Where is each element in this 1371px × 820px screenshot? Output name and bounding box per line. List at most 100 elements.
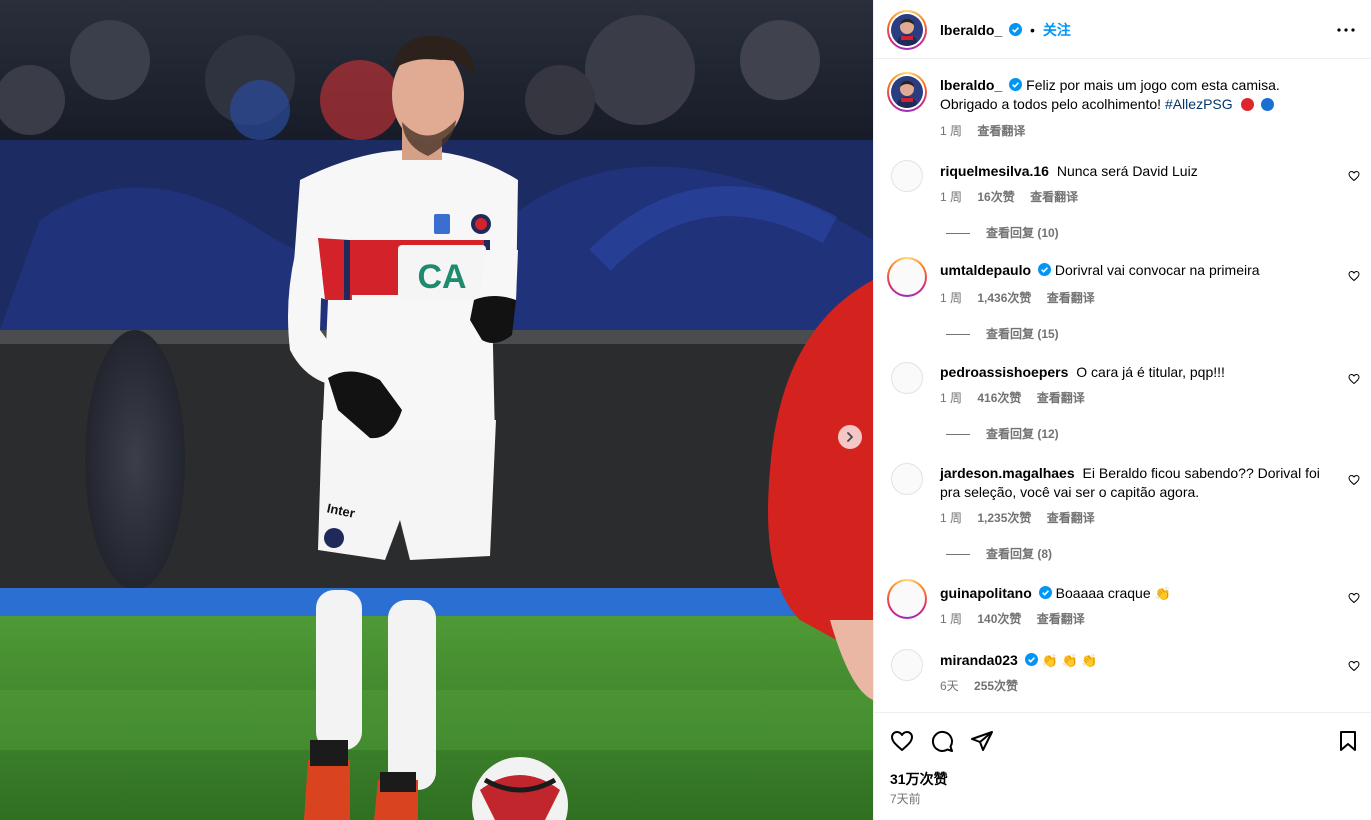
caption-username[interactable]: lberaldo_ bbox=[940, 77, 1002, 93]
comment-text: O cara já é titular, pqp!!! bbox=[1076, 364, 1225, 380]
comment-username[interactable]: umtaldepaulo bbox=[940, 262, 1031, 278]
clapping-hands-emoji: 👏 bbox=[1154, 586, 1171, 601]
caption-hashtag[interactable]: #AllezPSG bbox=[1165, 96, 1233, 112]
red-circle-emoji-icon bbox=[1240, 98, 1254, 111]
caption-avatar-image bbox=[891, 76, 923, 108]
comments-list: lberaldo_ Feliz por mais um jogo com est… bbox=[874, 60, 1371, 712]
verified-badge-icon bbox=[1009, 78, 1023, 91]
comment-text-block: guinapolitano Boaaaa craque 👏 bbox=[940, 584, 1340, 603]
comment-avatar[interactable] bbox=[891, 463, 923, 495]
replies-divider bbox=[946, 233, 970, 235]
carousel-next-button[interactable] bbox=[838, 425, 862, 449]
comment-meta: 1 周 1,436次赞 查看翻译 bbox=[940, 289, 1107, 306]
comment-time: 1 周 bbox=[940, 612, 963, 626]
comment-likes[interactable]: 16次赞 bbox=[977, 190, 1014, 204]
view-replies-button[interactable]: 查看回复 (10) bbox=[946, 224, 1059, 241]
send-icon[interactable] bbox=[970, 729, 994, 753]
chevron-right-icon bbox=[847, 432, 853, 442]
comment-translate-link[interactable]: 查看翻译 bbox=[1047, 511, 1095, 525]
comment-text-block: miranda023 👏 👏 👏 bbox=[940, 651, 1340, 670]
view-replies-label: 查看回复 (10) bbox=[986, 226, 1059, 240]
comment-likes[interactable]: 1,235次赞 bbox=[977, 511, 1031, 525]
comment-like-heart-icon[interactable] bbox=[1348, 474, 1360, 486]
view-replies-button[interactable]: 查看回复 (12) bbox=[946, 425, 1059, 442]
comment-translate-link[interactable]: 查看翻译 bbox=[1030, 190, 1078, 204]
view-replies-label: 查看回复 (8) bbox=[986, 547, 1053, 561]
comment-avatar[interactable] bbox=[887, 257, 927, 297]
comment-text-block: jardeson.magalhaes Ei Beraldo ficou sabe… bbox=[940, 464, 1340, 502]
comment-username[interactable]: guinapolitano bbox=[940, 585, 1032, 601]
comment-like-heart-icon[interactable] bbox=[1348, 373, 1360, 385]
comment-icon[interactable] bbox=[930, 729, 954, 753]
comment-meta: 1 周 416次赞 查看翻译 bbox=[940, 389, 1097, 406]
comment-text-block: pedroassishoepers O cara já é titular, p… bbox=[940, 363, 1340, 382]
replies-divider bbox=[946, 554, 970, 556]
view-replies-button[interactable]: 查看回复 (8) bbox=[946, 545, 1052, 562]
comment-time: 1 周 bbox=[940, 190, 963, 204]
football-player-photo: CA Inter bbox=[0, 0, 873, 820]
comment-like-heart-icon[interactable] bbox=[1348, 660, 1360, 672]
view-replies-button[interactable]: 查看回复 (15) bbox=[946, 325, 1059, 342]
comment-username[interactable]: riquelmesilva.16 bbox=[940, 163, 1049, 179]
more-options-icon[interactable] bbox=[1334, 18, 1358, 42]
verified-badge-icon bbox=[1024, 653, 1038, 666]
comment-likes[interactable]: 255次赞 bbox=[974, 679, 1018, 693]
caption-time: 1 周 bbox=[940, 124, 963, 138]
comment-text: Dorivral vai convocar na primeira bbox=[1054, 262, 1260, 278]
author-avatar-image bbox=[891, 14, 923, 46]
comment-likes[interactable]: 140次赞 bbox=[977, 612, 1021, 626]
comment-time: 6天 bbox=[940, 679, 959, 693]
comment-like-heart-icon[interactable] bbox=[1348, 270, 1360, 282]
comment-translate-link[interactable]: 查看翻译 bbox=[1037, 612, 1085, 626]
comment-like-heart-icon[interactable] bbox=[1348, 170, 1360, 182]
view-replies-label: 查看回复 (15) bbox=[986, 327, 1059, 341]
comment-like-heart-icon[interactable] bbox=[1348, 592, 1360, 604]
comment-avatar[interactable] bbox=[887, 579, 927, 619]
comment-time: 1 周 bbox=[940, 511, 963, 525]
comment-meta: 1 周 16次赞 查看翻译 bbox=[940, 188, 1090, 205]
comment-username[interactable]: jardeson.magalhaes bbox=[940, 465, 1075, 481]
comment-text: Nunca será David Luiz bbox=[1056, 163, 1198, 179]
comment-likes[interactable]: 416次赞 bbox=[977, 391, 1021, 405]
comment-meta: 1 周 1,235次赞 查看翻译 bbox=[940, 509, 1107, 526]
comment-avatar[interactable] bbox=[891, 362, 923, 394]
post-header: lberaldo_ • 关注 bbox=[874, 0, 1371, 59]
heart-icon[interactable] bbox=[890, 729, 914, 753]
comment-text: Boaaaa craque bbox=[1055, 585, 1151, 601]
post-side-panel: lberaldo_ • 关注 lberaldo_ Feliz por mais … bbox=[873, 0, 1371, 820]
comment-meta: 1 周 140次赞 查看翻译 bbox=[940, 610, 1097, 627]
comment-time: 1 周 bbox=[940, 291, 963, 305]
bookmark-icon[interactable] bbox=[1336, 729, 1360, 753]
verified-badge-icon bbox=[1038, 263, 1052, 276]
header-user-line: lberaldo_ • 关注 bbox=[940, 20, 1071, 40]
clapping-hands-emoji: 👏 👏 👏 bbox=[1041, 653, 1098, 668]
verified-badge-icon bbox=[1038, 586, 1052, 599]
caption-avatar[interactable] bbox=[887, 72, 927, 112]
separator-dot: • bbox=[1030, 22, 1035, 38]
comment-text-block: umtaldepaulo Dorivral vai convocar na pr… bbox=[940, 261, 1340, 280]
caption-translate-link[interactable]: 查看翻译 bbox=[977, 124, 1025, 138]
comment-time: 1 周 bbox=[940, 391, 963, 405]
likes-count[interactable]: 31万次赞 bbox=[890, 769, 948, 789]
comment-avatar[interactable] bbox=[891, 649, 923, 681]
comment-avatar[interactable] bbox=[891, 160, 923, 192]
comment-username[interactable]: miranda023 bbox=[940, 652, 1018, 668]
blue-circle-emoji-icon bbox=[1261, 98, 1275, 111]
replies-divider bbox=[946, 434, 970, 436]
comment-username[interactable]: pedroassishoepers bbox=[940, 364, 1068, 380]
post-image: CA Inter bbox=[0, 0, 873, 820]
follow-button[interactable]: 关注 bbox=[1043, 22, 1071, 38]
comment-likes[interactable]: 1,436次赞 bbox=[977, 291, 1031, 305]
comment-translate-link[interactable]: 查看翻译 bbox=[1037, 391, 1085, 405]
verified-badge-icon bbox=[1009, 23, 1023, 36]
author-avatar[interactable] bbox=[887, 10, 927, 50]
svg-text:CA: CA bbox=[417, 258, 466, 296]
comment-meta: 6天 255次赞 bbox=[940, 677, 1030, 694]
author-username[interactable]: lberaldo_ bbox=[940, 22, 1002, 38]
replies-divider bbox=[946, 334, 970, 336]
post-timestamp[interactable]: 7天前 bbox=[890, 790, 921, 807]
comment-translate-link[interactable]: 查看翻译 bbox=[1047, 291, 1095, 305]
post-actions: 31万次赞 7天前 bbox=[874, 712, 1371, 820]
comment-text-block: riquelmesilva.16 Nunca será David Luiz bbox=[940, 162, 1340, 181]
view-replies-label: 查看回复 (12) bbox=[986, 427, 1059, 441]
